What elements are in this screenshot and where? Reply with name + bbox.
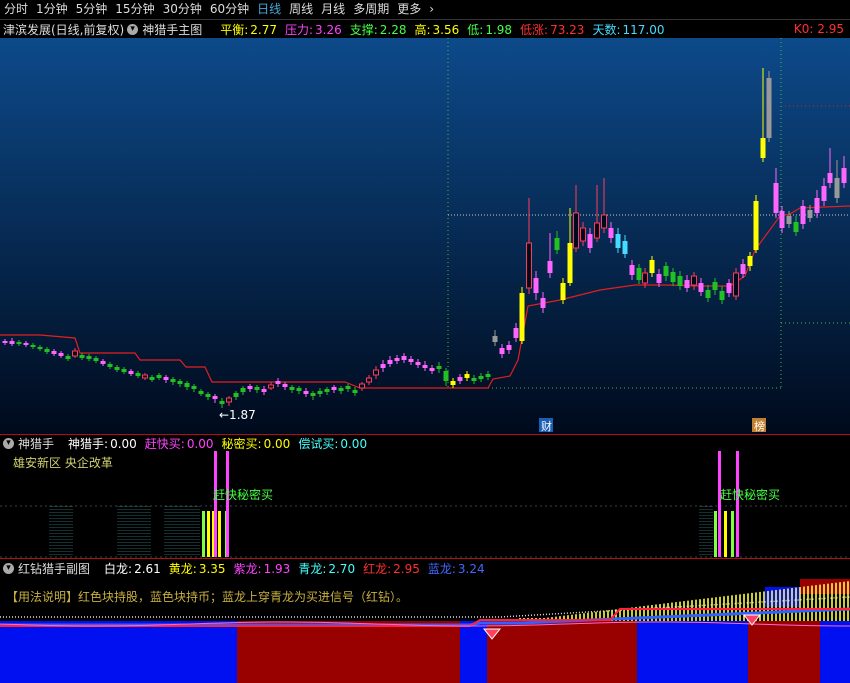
- stock-name[interactable]: 津滨发展(日线,前复权): [0, 21, 124, 38]
- dragon-indicator-label: 白龙:: [104, 561, 133, 576]
- hunter-indicator-item: 秘密买: 0.00: [222, 437, 291, 451]
- svg-text:财: 财: [541, 419, 552, 433]
- main-indicator-value: 3.56: [432, 22, 460, 37]
- main-indicator-item: 低涨: 73.23: [520, 23, 584, 37]
- usage-note: 【用法说明】红色块持股，蓝色块持币；蓝龙上穿青龙为买进信号（红钻）。: [6, 589, 408, 604]
- main-indicator-value: 2.77: [250, 22, 277, 37]
- marker-cai[interactable]: 财: [539, 418, 553, 433]
- period-tab-4[interactable]: 30分钟: [159, 0, 206, 19]
- period-tab-0[interactable]: 分时: [0, 0, 32, 19]
- signal-bars: [49, 451, 739, 557]
- dragon-indicator-item: 黄龙: 3.35: [169, 562, 226, 576]
- main-indicator-label: 高:: [414, 22, 431, 37]
- candle: [733, 268, 739, 300]
- candle: [766, 71, 772, 142]
- candlestick-chart[interactable]: ←1.87 财 榜: [0, 38, 850, 434]
- k0-value: K0: 2.95: [793, 22, 844, 36]
- dragon-indicator-value: 2.61: [134, 561, 161, 576]
- main-indicator-item: 平衡: 2.77: [220, 23, 277, 37]
- dragon-indicator-item: 红龙: 2.95: [363, 562, 420, 576]
- chevron-right-icon[interactable]: ›: [425, 0, 438, 19]
- period-tab-3[interactable]: 15分钟: [111, 0, 158, 19]
- diamond-panel-values: 白龙: 2.61 黄龙: 3.35 紫龙: 1.93 青龙: 2.70 红龙: 2.95 蓝龙: 3.…: [96, 560, 485, 577]
- hunter-indicator-value: 0.00: [186, 436, 214, 451]
- main-indicator-item: 低: 1.98: [467, 23, 512, 37]
- dropdown-icon[interactable]: ▾: [3, 562, 14, 574]
- main-indicator-label: 支撑:: [349, 22, 378, 37]
- period-tab-10[interactable]: 更多: [393, 0, 425, 19]
- candle: [753, 195, 759, 253]
- main-indicator-value: 117.00: [622, 22, 665, 37]
- dragon-indicator-value: 2.95: [393, 561, 420, 576]
- period-toolbar: 分时 1分钟 5分钟 15分钟 30分钟 60分钟 日线 周线 月线 多周期 更多 ›: [0, 0, 850, 20]
- main-indicator-name[interactable]: 神猎手主图: [142, 21, 202, 38]
- hunter-indicator-item: 偿试买: 0.00: [298, 437, 367, 451]
- dragon-indicator-label: 黄龙:: [168, 561, 197, 576]
- dragon-indicator-value: 2.70: [328, 561, 356, 576]
- hunter-indicator-value: 0.00: [340, 436, 368, 451]
- dragon-indicator-value: 3.24: [457, 561, 485, 576]
- dragon-indicator-label: 红龙:: [363, 561, 392, 576]
- marker-bang[interactable]: 榜: [752, 418, 766, 433]
- hunter-indicator-item: 神猎手: 0.00: [68, 437, 137, 451]
- hunter-indicator-label: 秘密买:: [221, 436, 262, 451]
- main-indicator-value: 3.26: [315, 22, 342, 37]
- dragon-indicator-value: 3.35: [198, 561, 226, 576]
- dropdown-icon[interactable]: ▾: [3, 437, 14, 449]
- period-tab-1[interactable]: 1分钟: [32, 0, 72, 19]
- period-tab-9[interactable]: 多周期: [349, 0, 393, 19]
- buy-signal-label: 赶快秘密买: [720, 487, 780, 502]
- hunter-indicator-value: 0.00: [263, 436, 291, 451]
- hunter-signal-chart[interactable]: 赶快秘密买 赶快秘密买: [0, 451, 850, 558]
- hunter-panel-values: 神猎手: 0.00 赶快买: 0.00 秘密买: 0.00 偿试买: 0.00: [60, 435, 367, 452]
- dragon-indicator-item: 白龙: 2.61: [104, 562, 161, 576]
- period-tab-7[interactable]: 周线: [285, 0, 317, 19]
- dragon-indicator-label: 青龙:: [298, 561, 327, 576]
- period-tab-5[interactable]: 60分钟: [206, 0, 253, 19]
- main-indicator-label: 压力:: [284, 22, 314, 37]
- main-indicator-label: 低涨:: [520, 22, 549, 37]
- main-indicator-value: 73.23: [550, 22, 585, 37]
- main-indicator-item: 支撑: 2.28: [350, 23, 407, 37]
- main-chart-header: 津滨发展(日线,前复权) ▾ 神猎手主图 平衡: 2.77 压力: 3.26 支撑: 2.…: [0, 20, 850, 38]
- dragon-indicator-item: 青龙: 2.70: [298, 562, 355, 576]
- period-tab-2[interactable]: 5分钟: [72, 0, 112, 19]
- dragon-indicator-item: 紫龙: 1.93: [234, 562, 291, 576]
- hunter-panel-name[interactable]: 神猎手: [18, 435, 54, 452]
- period-tab-8[interactable]: 月线: [317, 0, 349, 19]
- hunter-indicator-item: 赶快买: 0.00: [145, 437, 214, 451]
- hunter-indicator-label: 赶快买:: [144, 436, 185, 451]
- main-indicator-values: 平衡: 2.77 压力: 3.26 支撑: 2.28 高: 3.56 低: 1.98 低涨: 73.2…: [212, 21, 664, 38]
- main-indicator-item: 天数: 117.00: [592, 23, 664, 37]
- dragon-indicator-item: 蓝龙: 3.24: [428, 562, 485, 576]
- main-indicator-value: 1.98: [485, 22, 513, 37]
- main-indicator-label: 天数:: [592, 22, 621, 37]
- dropdown-icon[interactable]: ▾: [127, 23, 139, 35]
- diamond-hunter-chart[interactable]: 【用法说明】红色块持股，蓝色块持币；蓝龙上穿青龙为买进信号（红钻）。: [0, 577, 850, 683]
- main-indicator-item: 高: 3.56: [415, 23, 460, 37]
- dragon-indicator-value: 1.93: [263, 561, 291, 576]
- hunter-indicator-value: 0.00: [110, 436, 137, 451]
- dragon-indicator-label: 紫龙:: [233, 561, 262, 576]
- dragon-indicator-label: 蓝龙:: [427, 561, 456, 576]
- hunter-panel-header: ▾ 神猎手 神猎手: 0.00 赶快买: 0.00 秘密买: 0.00 偿试买: 0.00: [0, 435, 850, 451]
- main-indicator-label: 低:: [467, 22, 484, 37]
- main-indicator-item: 压力: 3.26: [285, 23, 342, 37]
- main-indicator-value: 2.28: [379, 22, 407, 37]
- low-price-label: ←1.87: [219, 408, 256, 422]
- candle: [519, 287, 525, 344]
- diamond-panel-name[interactable]: 红钻猎手副图: [18, 560, 90, 577]
- period-tab-6[interactable]: 日线: [253, 0, 285, 19]
- chart-background: [0, 38, 850, 434]
- main-indicator-label: 平衡:: [220, 22, 249, 37]
- svg-text:榜: 榜: [754, 419, 765, 433]
- buy-signal-label: 赶快秘密买: [213, 487, 273, 502]
- diamond-panel-header: ▾ 红钻猎手副图 白龙: 2.61 黄龙: 3.35 紫龙: 1.93 青龙: 2.70 红龙:…: [0, 560, 850, 576]
- hunter-indicator-label: 神猎手:: [68, 436, 109, 451]
- hunter-indicator-label: 偿试买:: [298, 436, 339, 451]
